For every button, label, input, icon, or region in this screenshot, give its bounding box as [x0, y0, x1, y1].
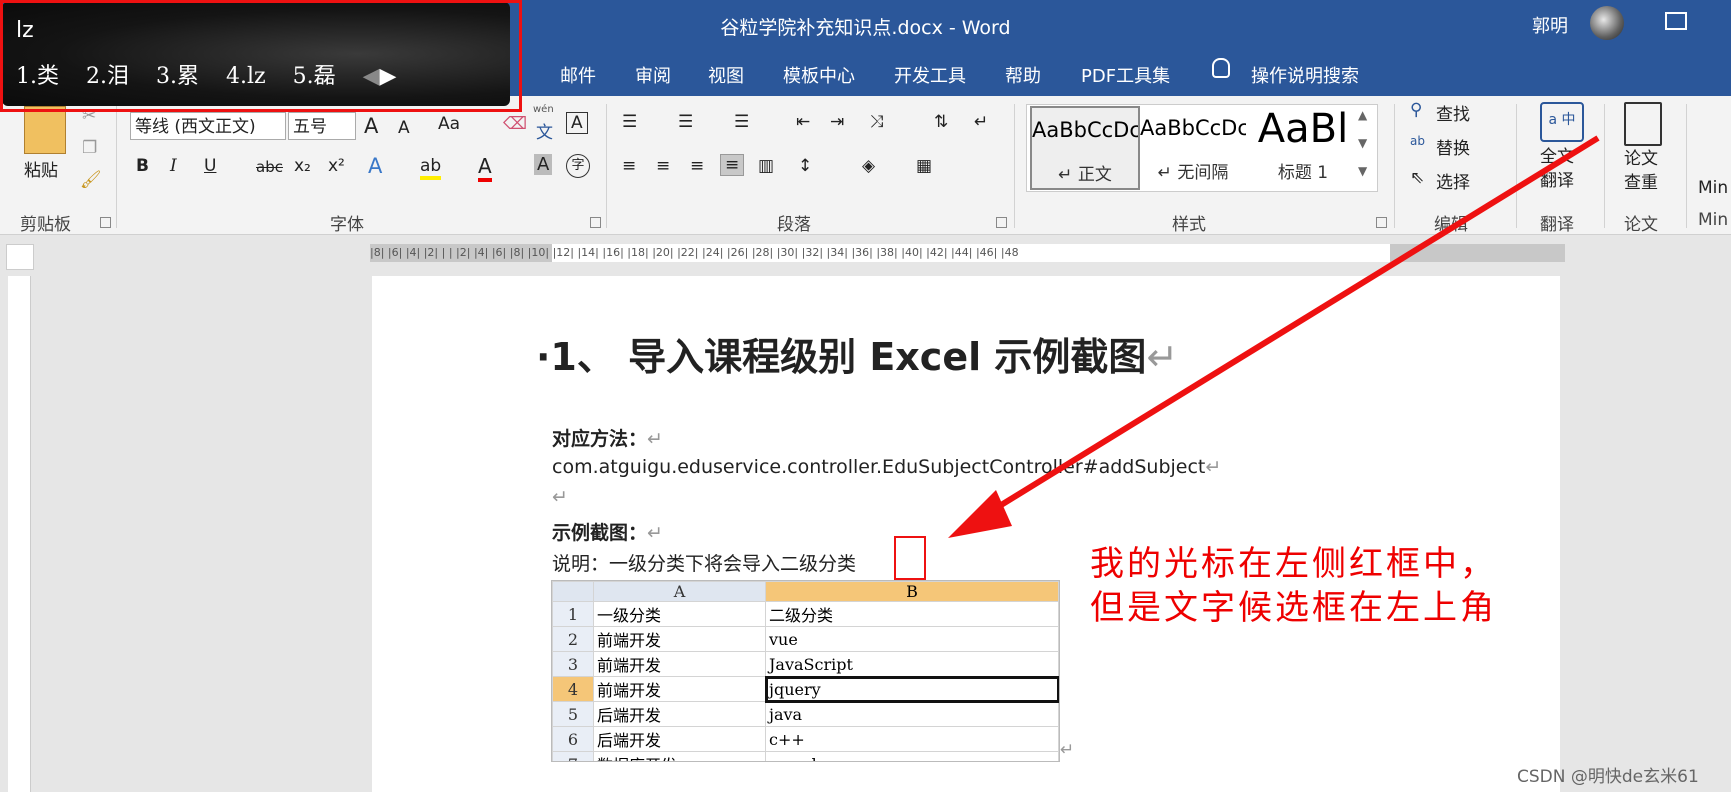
annotation-line-1: 我的光标在左侧红框中， — [1090, 544, 1497, 584]
annotation-line-2: 但是文字候选框在左上角 — [1090, 588, 1497, 628]
arrow-shaft — [978, 135, 1600, 521]
ime-highlight-frame — [0, 0, 522, 112]
annotation-arrow — [948, 135, 1600, 538]
arrow-head — [948, 490, 1012, 538]
watermark: CSDN @明快de玄米61 — [1517, 767, 1699, 787]
